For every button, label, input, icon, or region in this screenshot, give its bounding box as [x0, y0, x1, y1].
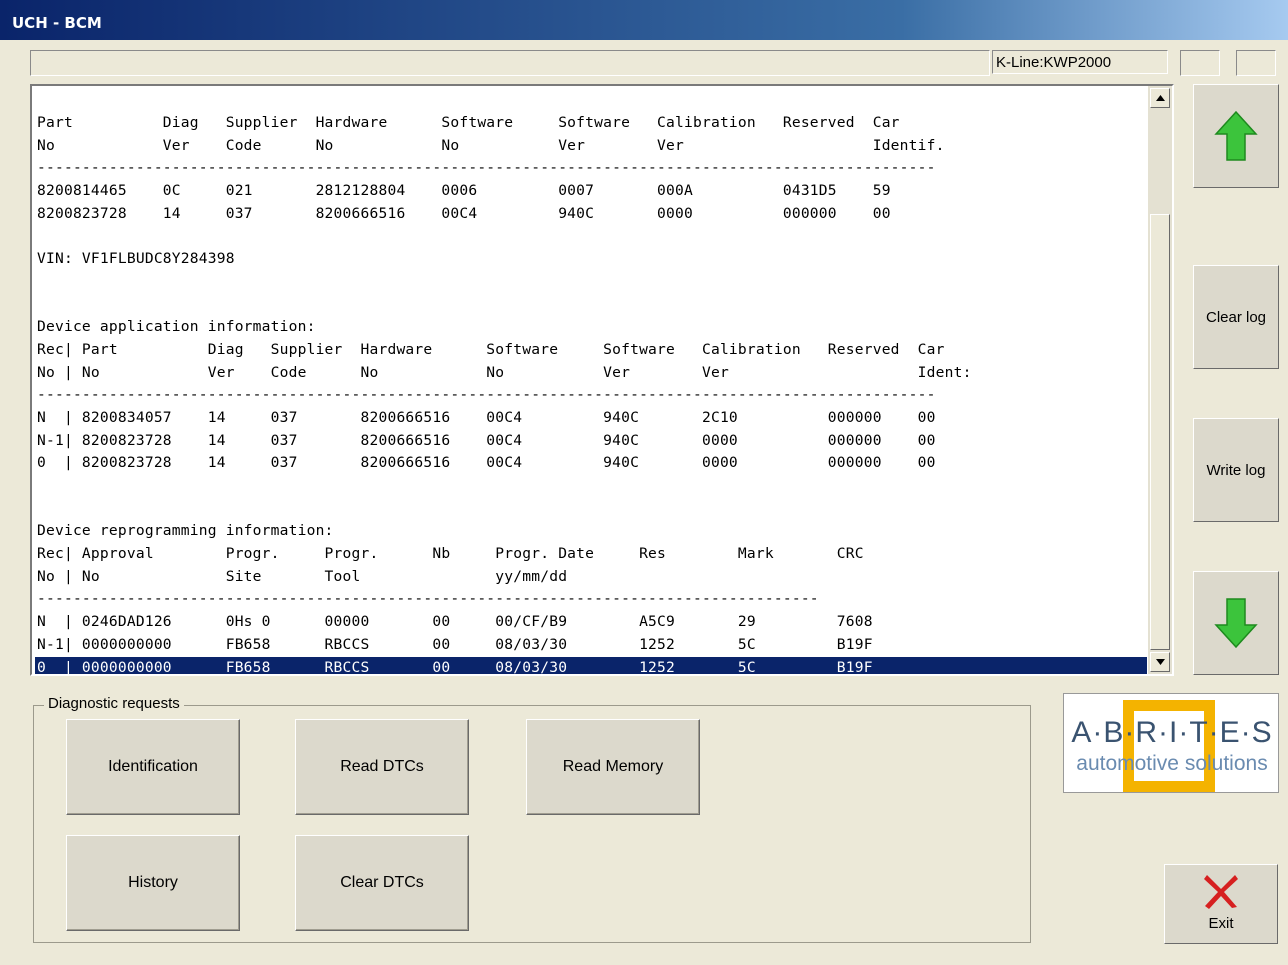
- scroll-up-button[interactable]: [1150, 88, 1170, 108]
- clear-dtcs-button[interactable]: Clear DTCs: [295, 835, 469, 931]
- scroll-down-arrow-icon: [1155, 659, 1165, 665]
- log-line: N-1| 8200823728 14 037 8200666516 00C4 9…: [37, 431, 936, 449]
- clear-log-label: Clear log: [1205, 308, 1267, 326]
- log-lines: Part Diag Supplier Hardware Software Sof…: [35, 112, 1147, 674]
- logo-name: A·B·R·I·T·E·S: [1071, 716, 1273, 749]
- log-line: VIN: VF1FLBUDC8Y284398: [37, 250, 235, 268]
- status-bar: K-Line:KWP2000: [30, 50, 1172, 76]
- log-line: 8200814465 0C 021 2812128804 0006 0007 0…: [37, 182, 891, 200]
- window-title: UCH - BCM: [12, 14, 102, 32]
- scroll-down-big-button[interactable]: [1193, 571, 1279, 675]
- log-line: ----------------------------------------…: [37, 590, 819, 608]
- scroll-up-big-button[interactable]: [1193, 84, 1279, 188]
- status-indicator-2: [1236, 50, 1276, 76]
- arrow-down-icon: [1214, 598, 1258, 649]
- log-line: N-1| 0000000000 FB658 RBCCS 00 08/03/30 …: [37, 635, 873, 653]
- exit-label: Exit: [1208, 915, 1234, 932]
- log-line: Part Diag Supplier Hardware Software Sof…: [37, 114, 900, 131]
- connection-status: K-Line:KWP2000: [992, 50, 1168, 74]
- close-x-icon: [1204, 875, 1238, 909]
- scroll-thumb[interactable]: [1150, 214, 1170, 650]
- scroll-up-arrow-icon: [1155, 95, 1165, 101]
- log-line: Device application information:: [37, 318, 316, 336]
- arrow-up-icon: [1214, 110, 1258, 161]
- log-line: ----------------------------------------…: [37, 159, 936, 177]
- scroll-down-button[interactable]: [1150, 652, 1170, 672]
- log-scrollbar[interactable]: [1148, 86, 1172, 674]
- log-line: No Ver Code No No Ver Ver Identif.: [37, 136, 945, 154]
- write-log-button[interactable]: Write log: [1193, 418, 1279, 522]
- exit-button[interactable]: Exit: [1164, 864, 1278, 944]
- log-line: 8200823728 14 037 8200666516 00C4 940C 0…: [37, 204, 891, 222]
- read-dtcs-button[interactable]: Read DTCs: [295, 719, 469, 815]
- log-panel[interactable]: Part Diag Supplier Hardware Software Sof…: [30, 84, 1174, 676]
- clear-log-button[interactable]: Clear log: [1193, 265, 1279, 369]
- title-bar: UCH - BCM: [0, 0, 1288, 40]
- logo-tagline: automotive solutions: [1076, 752, 1268, 775]
- abrites-logo: A·B·R·I·T·E·S automotive solutions: [1063, 693, 1279, 793]
- log-line: Device reprogramming information:: [37, 522, 334, 540]
- read-memory-button[interactable]: Read Memory: [526, 719, 700, 815]
- history-button[interactable]: History: [66, 835, 240, 931]
- diagnostic-requests-legend: Diagnostic requests: [44, 695, 184, 712]
- log-line: 0 | 8200823728 14 037 8200666516 00C4 94…: [37, 454, 936, 472]
- log-line: N | 0246DAD126 0Hs 0 00000 00 00/CF/B9 A…: [37, 613, 873, 631]
- status-indicator-1: [1180, 50, 1220, 76]
- write-log-label: Write log: [1206, 461, 1266, 479]
- log-line: 0 | 0000000000 FB658 RBCCS 00 08/03/30 1…: [35, 656, 1147, 674]
- log-line: ----------------------------------------…: [37, 386, 936, 404]
- log-line: No | No Ver Code No No Ver Ver Ident:: [37, 363, 972, 381]
- log-line: Rec| Part Diag Supplier Hardware Softwar…: [37, 340, 945, 358]
- log-line: N | 8200834057 14 037 8200666516 00C4 94…: [37, 408, 936, 426]
- log-line: Rec| Approval Progr. Progr. Nb Progr. Da…: [37, 545, 864, 563]
- identification-button[interactable]: Identification: [66, 719, 240, 815]
- log-line: No | No Site Tool yy/mm/dd: [37, 567, 568, 585]
- status-main-field: [30, 50, 990, 76]
